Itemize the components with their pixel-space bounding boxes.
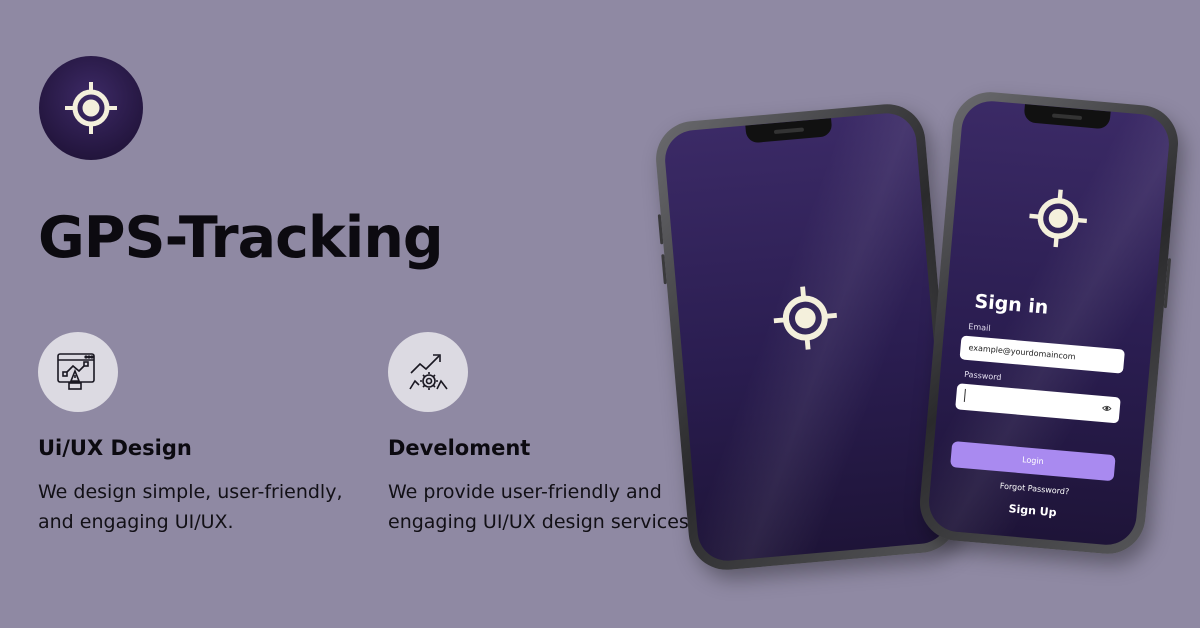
ui-design-icon xyxy=(38,332,118,412)
development-icon xyxy=(388,332,468,412)
feature-title-development: Develoment xyxy=(388,436,531,460)
splash-logo xyxy=(768,281,842,359)
signin-screen: Sign in Email example@yourdomaincom Pass… xyxy=(926,98,1172,548)
crosshair-icon xyxy=(65,82,117,134)
signin-logo xyxy=(1024,185,1092,256)
brand-logo xyxy=(39,56,143,160)
text-caret xyxy=(963,388,966,402)
eye-icon[interactable] xyxy=(1101,403,1112,414)
feature-title-uiux: Ui/UX Design xyxy=(38,436,192,460)
feature-desc-uiux-line2: and engaging UI/UX. xyxy=(38,511,234,533)
email-value: example@yourdomaincom xyxy=(968,343,1076,362)
feature-desc-uiux: We design simple, user-friendly, and eng… xyxy=(38,477,398,537)
splash-screen xyxy=(662,110,952,564)
splash-phone-mockup xyxy=(652,101,962,573)
feature-desc-uiux-line1: We design simple, user-friendly, xyxy=(38,481,343,503)
page-title: GPS-Tracking xyxy=(38,205,444,271)
crosshair-icon xyxy=(1029,189,1088,248)
signin-phone-mockup: Sign in Email example@yourdomaincom Pass… xyxy=(916,89,1182,557)
crosshair-icon xyxy=(773,286,837,350)
email-label: Email xyxy=(967,322,991,333)
